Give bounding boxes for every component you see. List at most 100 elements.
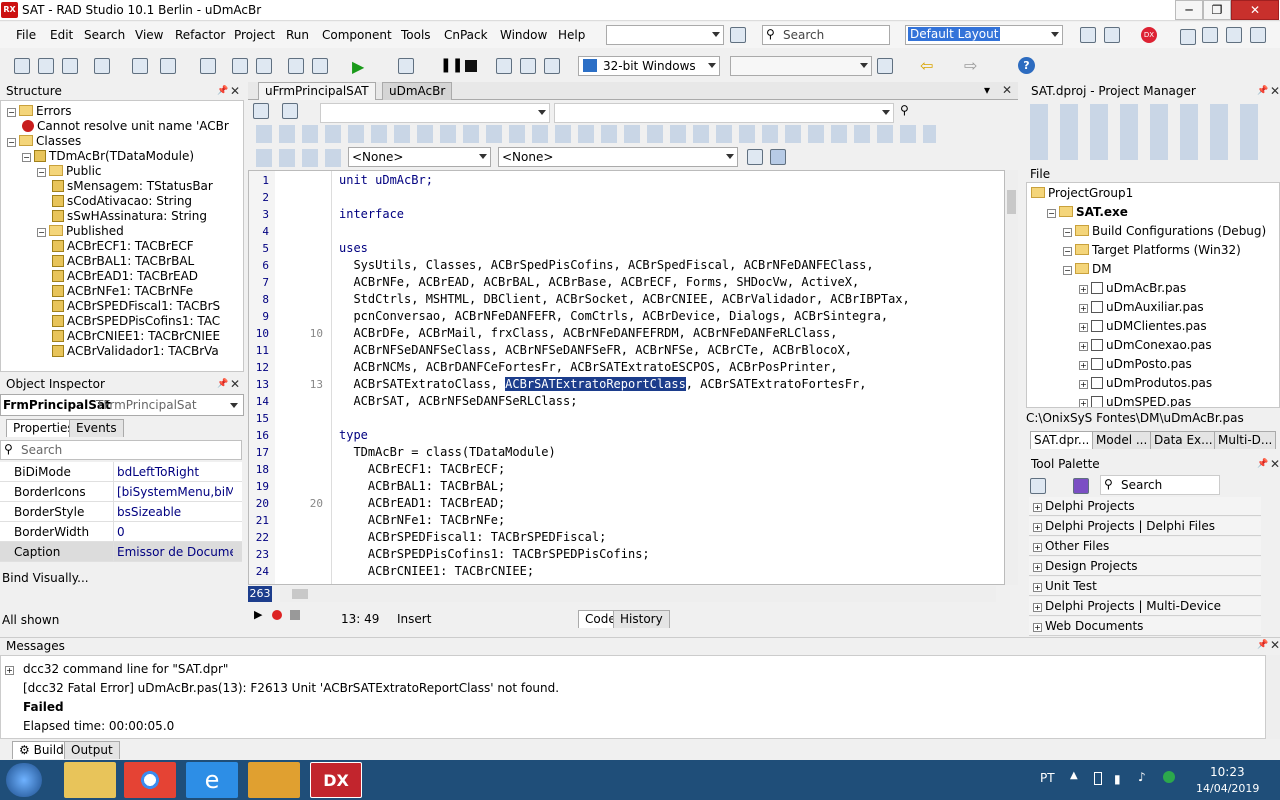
project-node[interactable]: + uDMClientes.pas	[1079, 317, 1207, 335]
expand-icon[interactable]: −	[1047, 209, 1056, 218]
expand-icon[interactable]: +	[1079, 323, 1088, 332]
explorer-taskbar-icon[interactable]	[64, 762, 116, 798]
close-panel-icon[interactable]: ✕	[1270, 638, 1280, 652]
search-icon[interactable]: ⚲	[900, 103, 909, 117]
expand-icon[interactable]: +	[1033, 583, 1042, 592]
restore-layout-icon[interactable]	[1104, 27, 1120, 43]
tab-output[interactable]: Output	[64, 741, 120, 759]
help-icon[interactable]	[1226, 27, 1242, 43]
run-without-debug-icon[interactable]	[398, 58, 414, 74]
calendar-icon[interactable]	[1202, 27, 1218, 43]
close-panel-icon[interactable]: ✕	[230, 377, 240, 391]
hscroll-thumb[interactable]	[292, 589, 308, 599]
open-project-icon[interactable]	[94, 58, 110, 74]
menu-refactor[interactable]: Refactor	[175, 28, 225, 42]
pin-icon[interactable]: 📌	[217, 86, 228, 96]
menu-component[interactable]: Component	[322, 28, 392, 42]
expand-icon[interactable]: −	[7, 108, 16, 117]
expand-icon[interactable]: −	[1063, 266, 1072, 275]
project-node[interactable]: + uDmAuxiliar.pas	[1079, 298, 1204, 316]
property-value[interactable]: bdLeftToRight	[113, 462, 233, 482]
code-line[interactable]: StdCtrls, MSHTML, DBClient, ACBrSocket, …	[339, 291, 909, 308]
message-line[interactable]: [dcc32 Fatal Error] uDmAcBr.pas(13): F26…	[23, 681, 559, 695]
tab-events[interactable]: Events	[69, 419, 124, 437]
messages-scrollbar[interactable]	[1266, 655, 1280, 739]
expand-icon[interactable]: +	[1079, 304, 1088, 313]
code-line[interactable]: pcnConversao, ACBrNFeDANFEFR, ComCtrls, …	[339, 308, 888, 325]
close-panel-icon[interactable]: ✕	[230, 84, 240, 98]
object-selector[interactable]: FrmPrincipalSat TFrmPrincipalSat	[0, 394, 244, 416]
code-line[interactable]: ACBrNFSeDANFSeClass, ACBrNFSeDANFSeFR, A…	[339, 342, 852, 359]
tab-project[interactable]: SAT.dpr...	[1030, 431, 1094, 449]
property-row[interactable]: BorderStyle bsSizeable	[0, 502, 242, 522]
step-over-icon[interactable]	[496, 58, 512, 74]
code-line[interactable]: ACBrBAL1: TACBrBAL;	[339, 478, 505, 495]
project-toolbar[interactable]	[1030, 104, 1270, 160]
code-line[interactable]: type	[339, 427, 368, 444]
code-line[interactable]: uses	[339, 240, 368, 257]
stop-icon[interactable]	[465, 60, 477, 72]
save-icon[interactable]	[200, 58, 216, 74]
message-line[interactable]: Failed	[23, 700, 64, 714]
open-icon[interactable]	[38, 58, 54, 74]
delphi-taskbar-icon[interactable]: DX	[310, 762, 362, 798]
ide-search-input[interactable]: ⚲ Search	[762, 25, 890, 45]
code-line[interactable]: ACBrDFe, ACBrMail, frxClass, ACBrNFeDANF…	[339, 325, 837, 342]
expand-icon[interactable]: +	[5, 666, 14, 675]
record-macro-icon[interactable]	[272, 610, 282, 620]
inspector-search-input[interactable]: ⚲ Search	[0, 440, 242, 460]
expand-icon[interactable]: −	[22, 153, 31, 162]
menu-tools[interactable]: Tools	[401, 28, 431, 42]
security-icon[interactable]	[1163, 771, 1175, 783]
media-taskbar-icon[interactable]	[248, 762, 300, 798]
back-icon[interactable]: ⇦	[920, 56, 933, 75]
close-panel-icon[interactable]: ✕	[1270, 457, 1280, 471]
menu-search[interactable]: Search	[84, 28, 125, 42]
project-node[interactable]: − DM	[1063, 260, 1112, 278]
property-row[interactable]: Caption Emissor de Documen	[0, 542, 242, 562]
expand-icon[interactable]: +	[1033, 623, 1042, 632]
menu-file[interactable]: File	[16, 28, 36, 42]
expand-icon[interactable]: +	[1033, 603, 1042, 612]
editor-hscrollbar[interactable]	[280, 586, 996, 602]
tab-history[interactable]: History	[613, 610, 670, 628]
code-line[interactable]: ACBrNFe1: TACBrNFe;	[339, 512, 505, 529]
language-indicator[interactable]: PT	[1040, 771, 1055, 785]
palette-category[interactable]: + Delphi Projects	[1029, 497, 1261, 516]
help-circle-icon[interactable]: ?	[1018, 57, 1035, 74]
nav-combo-right[interactable]	[554, 103, 894, 123]
structure-node[interactable]: ACBrValidador1: TACBrVa	[52, 342, 219, 360]
expand-icon[interactable]: −	[37, 228, 46, 237]
tab-udmacbr[interactable]: uDmAcBr	[382, 82, 453, 100]
palette-search-input[interactable]: ⚲ Search	[1100, 475, 1220, 495]
code-line[interactable]: ACBrSATExtratoClass, ACBrSATExtratoRepor…	[339, 376, 866, 393]
palette-category[interactable]: + Unit Test	[1029, 577, 1261, 596]
property-row[interactable]: BorderIcons [biSystemMenu,biMi	[0, 482, 242, 502]
expand-icon[interactable]: +	[1033, 563, 1042, 572]
battery-icon[interactable]	[1094, 772, 1102, 785]
tab-multi-device[interactable]: Multi-D...	[1214, 431, 1277, 449]
menu-cnpack[interactable]: CnPack	[444, 28, 488, 42]
nav-combo-left[interactable]	[320, 103, 550, 123]
expand-icon[interactable]: −	[7, 138, 16, 147]
menu-window[interactable]: Window	[500, 28, 547, 42]
palette-category[interactable]: + Design Projects	[1029, 557, 1261, 576]
palette-category[interactable]: + Other Files	[1029, 537, 1261, 556]
ie-taskbar-icon[interactable]: e	[186, 762, 238, 798]
refresh-icon[interactable]	[877, 58, 893, 74]
code-editor[interactable]: 1 unit uDmAcBr; 2 3 interface 4 5 uses 6 SysUtil…	[248, 170, 1005, 585]
start-button[interactable]	[6, 763, 42, 797]
dropdown-tabs-icon[interactable]: ▾	[984, 83, 990, 97]
save-all-icon[interactable]	[62, 58, 78, 74]
property-value[interactable]: 0	[113, 522, 233, 542]
nav-icon[interactable]	[282, 103, 298, 119]
code-line[interactable]: unit uDmAcBr;	[339, 172, 433, 189]
palette-category[interactable]: +Delphi Projects | Multi-Device Projects	[1029, 597, 1261, 631]
code-line[interactable]: interface	[339, 206, 404, 223]
tray-chevron-icon[interactable]: ▲	[1070, 770, 1078, 781]
code-line[interactable]: ACBrSPEDFiscal1: TACBrSPEDFiscal;	[339, 529, 606, 546]
palette-category[interactable]: + Web Documents	[1029, 617, 1261, 636]
save-layout-icon[interactable]	[1080, 27, 1096, 43]
expand-icon[interactable]: +	[1079, 342, 1088, 351]
property-value[interactable]: [biSystemMenu,biMi	[113, 482, 233, 502]
